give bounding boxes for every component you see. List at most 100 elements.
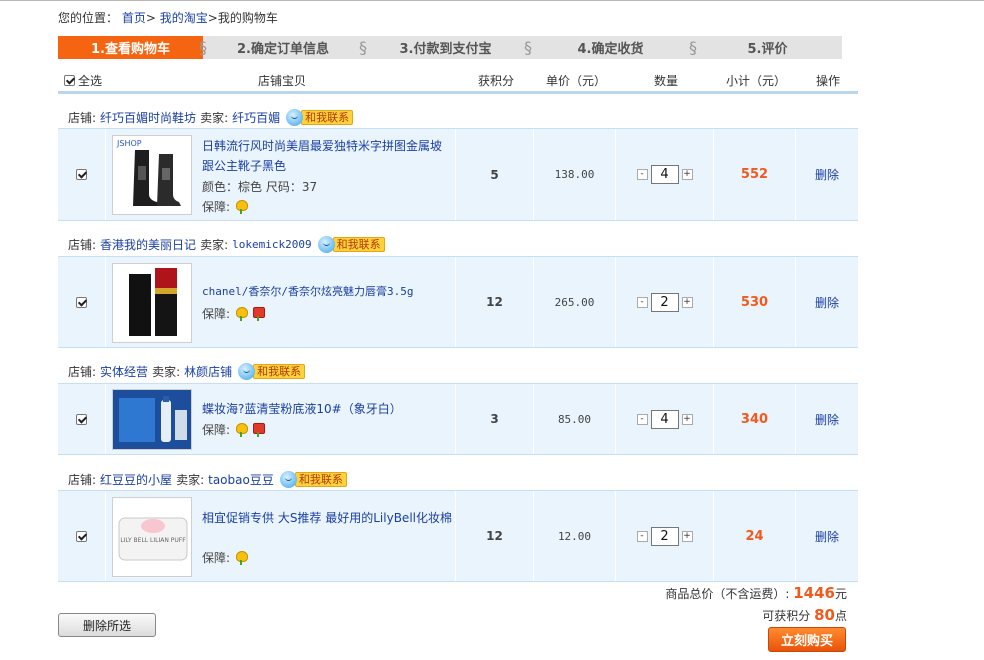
genuine-goods-icon[interactable] xyxy=(251,422,266,437)
contact-label: 和我联系 xyxy=(301,109,354,125)
breadcrumb-current: 我的购物车 xyxy=(217,11,278,25)
item-subtotal: 530 xyxy=(714,257,796,347)
qty-decrease-button[interactable]: - xyxy=(636,413,648,425)
delete-item-link[interactable]: 删除 xyxy=(796,257,858,347)
shop-link[interactable]: 香港我的美丽日记 xyxy=(100,236,196,253)
item-points: 12 xyxy=(456,491,534,581)
contact-seller-button[interactable]: 和我联系 xyxy=(317,235,385,253)
shop-link[interactable]: 红豆豆的小屋 xyxy=(100,471,172,488)
breadcrumb-home-link[interactable]: 首页 xyxy=(122,11,146,25)
guarantee-flower-icon[interactable] xyxy=(234,550,249,565)
item-subtotal: 340 xyxy=(714,384,796,454)
guarantee-flower-icon[interactable] xyxy=(234,199,249,214)
guarantee-label: 保障: xyxy=(202,423,231,437)
total-value: 1446 xyxy=(793,584,835,602)
seller-label: 卖家: xyxy=(152,364,181,379)
shop-label: 店铺: xyxy=(68,237,97,252)
header-qty: 数量 xyxy=(654,74,679,88)
step-label: 5.评价 xyxy=(747,42,788,57)
contact-seller-button[interactable]: 和我联系 xyxy=(279,470,347,488)
buy-now-button[interactable]: 立刻购买 xyxy=(768,627,846,652)
product-thumbnail[interactable] xyxy=(112,389,192,450)
genuine-goods-icon[interactable] xyxy=(251,306,266,321)
item-checkbox[interactable] xyxy=(76,530,87,542)
step-label: 1.查看购物车 xyxy=(91,42,170,57)
delete-selected-button[interactable]: 删除所选 xyxy=(58,613,156,637)
qty-increase-button[interactable]: + xyxy=(681,296,693,308)
guarantee-row: 保障: xyxy=(202,549,249,566)
guarantee-flower-icon[interactable] xyxy=(234,306,249,321)
product-thumbnail[interactable] xyxy=(112,263,192,343)
step-label: 3.付款到支付宝 xyxy=(399,42,492,57)
order-points: 可获积分 80点 xyxy=(762,606,847,624)
item-checkbox[interactable] xyxy=(76,413,87,425)
cart-item: 蝶妆海?蓝清莹粉底液10#（象牙白） 保障: 3 85.00 - 4 + 340… xyxy=(58,383,858,455)
header-product: 店铺宝贝 xyxy=(258,74,307,88)
select-all-checkbox[interactable] xyxy=(64,75,75,86)
delete-item-link[interactable]: 删除 xyxy=(796,129,858,220)
seller-link[interactable]: taobao豆豆 xyxy=(208,471,274,488)
qty-increase-button[interactable]: + xyxy=(681,413,693,425)
product-name-link[interactable]: 相宜促销专供 大S推荐 最好用的LilyBell化妆棉 xyxy=(202,508,452,528)
item-info-cell: chanel/香奈尔/香奈尔炫亮魅力唇膏3.5g 保障: xyxy=(106,257,456,347)
item-select-cell xyxy=(58,129,106,220)
seller-link[interactable]: 林颜店铺 xyxy=(184,363,232,380)
breadcrumb-mytaobao-link[interactable]: 我的淘宝 xyxy=(160,11,208,25)
item-price: 85.00 xyxy=(534,384,616,454)
item-select-cell xyxy=(58,491,106,581)
item-checkbox[interactable] xyxy=(76,296,87,308)
delete-item-link[interactable]: 删除 xyxy=(796,491,858,581)
cart-item: JSHOP 日韩流行风时尚美眉最爱独特米字拼图金属坡跟公主靴子黑色 颜色：棕色 … xyxy=(58,128,858,221)
guarantee-label: 保障: xyxy=(202,200,231,214)
thumb-brand-text: JSHOP xyxy=(116,139,142,148)
product-name-link[interactable]: 日韩流行风时尚美眉最爱独特米字拼图金属坡跟公主靴子黑色 xyxy=(202,136,452,176)
qty-decrease-button[interactable]: - xyxy=(636,169,648,180)
item-info-cell: LILY BELL LILIAN PUFF 相宜促销专供 大S推荐 最好用的Li… xyxy=(106,491,456,581)
contact-label: 和我联系 xyxy=(294,471,347,487)
breadcrumb-separator: > xyxy=(207,11,218,25)
step-divider-icon: § xyxy=(199,38,207,57)
product-attributes: 颜色：棕色 尺码：37 xyxy=(202,180,318,194)
contact-label: 和我联系 xyxy=(332,236,385,252)
item-price: 265.00 xyxy=(534,257,616,347)
select-all[interactable]: 全选 xyxy=(64,72,102,89)
qty-input[interactable]: 2 xyxy=(650,526,679,546)
item-points: 3 xyxy=(456,384,534,454)
seller-link[interactable]: 纤巧百媚 xyxy=(232,109,280,126)
qty-input[interactable]: 2 xyxy=(650,292,679,312)
contact-seller-button[interactable]: 和我联系 xyxy=(286,108,354,126)
shop-line: 店铺: 纤巧百媚时尚鞋坊 卖家: 纤巧百媚 和我联系 xyxy=(68,108,354,126)
qty-input[interactable]: 4 xyxy=(650,409,679,429)
item-select-cell xyxy=(58,384,106,454)
points-value: 80 xyxy=(814,606,835,624)
cotton-pads-image: LILY BELL LILIAN PUFF xyxy=(113,498,191,576)
delete-item-link[interactable]: 删除 xyxy=(796,384,858,454)
points-unit: 点 xyxy=(834,609,847,623)
shop-link[interactable]: 实体经营 xyxy=(100,363,148,380)
quantity-stepper: - 4 + xyxy=(636,165,693,184)
qty-decrease-button[interactable]: - xyxy=(636,530,648,542)
product-name-link[interactable]: 蝶妆海?蓝清莹粉底液10#（象牙白） xyxy=(202,399,452,419)
seller-link[interactable]: lokemick2009 xyxy=(232,238,311,251)
contact-seller-button[interactable]: 和我联系 xyxy=(238,362,306,380)
contact-label: 和我联系 xyxy=(253,363,306,379)
wangwang-icon xyxy=(317,235,335,253)
guarantee-row: 保障: xyxy=(202,198,249,215)
product-thumbnail[interactable]: JSHOP xyxy=(112,135,192,215)
qty-increase-button[interactable]: + xyxy=(681,169,693,180)
seller-label: 卖家: xyxy=(200,237,229,252)
item-price: 12.00 xyxy=(534,491,616,581)
quantity-stepper: - 4 + xyxy=(636,409,693,429)
qty-increase-button[interactable]: + xyxy=(681,530,693,542)
item-checkbox[interactable] xyxy=(76,169,87,180)
step-divider-icon: § xyxy=(689,38,697,57)
header-price: 单价（元） xyxy=(546,74,607,88)
product-name-link[interactable]: chanel/香奈尔/香奈尔炫亮魅力唇膏3.5g xyxy=(202,282,452,302)
total-label: 商品总价（不含运费）: xyxy=(665,587,790,601)
checkout-steps: 1.查看购物车 § 2.确定订单信息 § 3.付款到支付宝 § 4.确定收货 §… xyxy=(58,36,842,59)
qty-input[interactable]: 4 xyxy=(650,165,679,184)
shop-link[interactable]: 纤巧百媚时尚鞋坊 xyxy=(100,109,196,126)
qty-decrease-button[interactable]: - xyxy=(636,296,648,308)
product-thumbnail[interactable]: LILY BELL LILIAN PUFF xyxy=(112,497,192,577)
guarantee-flower-icon[interactable] xyxy=(234,422,249,437)
